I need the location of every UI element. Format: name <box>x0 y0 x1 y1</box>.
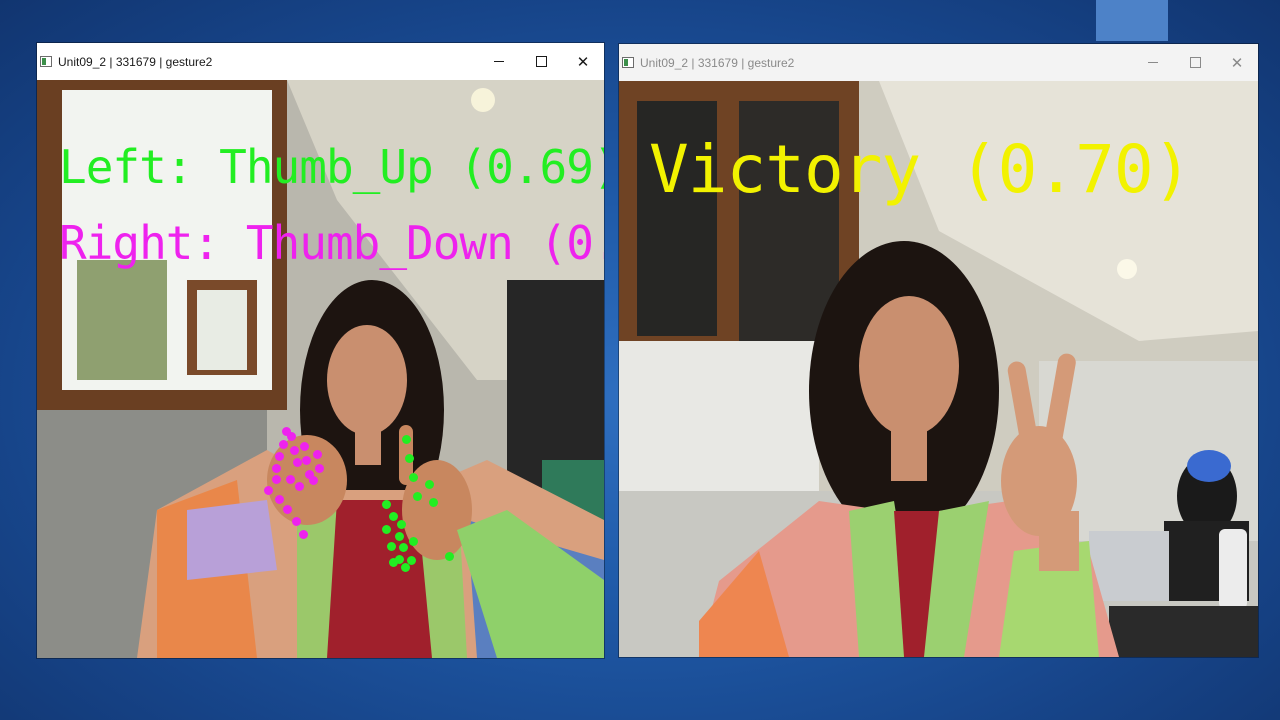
hand-landmark-point <box>409 473 418 482</box>
hand-landmark-point <box>272 475 281 484</box>
camera-window-left[interactable]: Unit09_2 | 331679 | gesture2 ✕ Left: Thu… <box>37 43 604 658</box>
maximize-icon <box>535 56 547 67</box>
hand-landmark-point <box>405 454 414 463</box>
hand-landmark-point <box>313 450 322 459</box>
gesture-label: Victory (0.70) <box>649 131 1192 208</box>
hand-landmark-point <box>295 482 304 491</box>
right-hand-gesture-label: Right: Thumb_Down (0.94 <box>59 216 604 270</box>
hand-landmark-point <box>395 532 404 541</box>
window-titlebar[interactable]: Unit09_2 | 331679 | gesture2 ✕ <box>619 44 1258 81</box>
hand-landmark-point <box>286 475 295 484</box>
hand-landmark-point <box>300 442 309 451</box>
hand-landmark-point <box>429 498 438 507</box>
minimize-icon <box>494 61 504 62</box>
window-title: Unit09_2 | 331679 | gesture2 <box>58 54 213 69</box>
maximize-button[interactable] <box>520 43 562 80</box>
hand-landmark-point <box>275 452 284 461</box>
hand-landmark-point <box>279 440 288 449</box>
hand-landmark-point <box>382 500 391 509</box>
hand-landmark-point <box>309 476 318 485</box>
hand-landmark-point <box>425 480 434 489</box>
hand-landmark-point <box>413 492 422 501</box>
hand-landmark-point <box>399 543 408 552</box>
close-icon: ✕ <box>1230 54 1244 72</box>
minimize-button[interactable] <box>478 43 520 80</box>
minimize-icon <box>1148 62 1158 63</box>
hand-landmark-point <box>299 530 308 539</box>
hand-landmark-point <box>287 432 296 441</box>
hand-landmark-point <box>272 464 281 473</box>
hand-landmark-point <box>389 512 398 521</box>
minimize-button[interactable] <box>1132 44 1174 81</box>
hand-landmark-point <box>302 456 311 465</box>
camera-feed-left: Left: Thumb_Up (0.69) Right: Thumb_Down … <box>37 80 604 658</box>
window-title: Unit09_2 | 331679 | gesture2 <box>640 55 795 70</box>
maximize-icon <box>1189 57 1201 68</box>
hand-landmark-point <box>290 446 299 455</box>
close-icon: ✕ <box>576 53 590 71</box>
hand-landmark-point <box>445 552 454 561</box>
maximize-button[interactable] <box>1174 44 1216 81</box>
app-icon <box>40 56 52 67</box>
decorative-square <box>1096 0 1168 41</box>
hand-landmark-point <box>397 520 406 529</box>
hand-landmark-point <box>409 537 418 546</box>
window-titlebar[interactable]: Unit09_2 | 331679 | gesture2 ✕ <box>37 43 604 80</box>
camera-feed-right: Victory (0.70) <box>619 81 1258 657</box>
left-hand-gesture-label: Left: Thumb_Up (0.69) <box>59 140 604 194</box>
hand-landmark-point <box>264 486 273 495</box>
hand-landmark-point <box>389 558 398 567</box>
hand-landmark-point <box>275 495 284 504</box>
hand-landmark-point <box>292 517 301 526</box>
hand-landmark-point <box>382 525 391 534</box>
hand-landmark-point <box>401 563 410 572</box>
close-button[interactable]: ✕ <box>1216 44 1258 81</box>
hand-landmark-point <box>402 435 411 444</box>
hand-landmark-point <box>387 542 396 551</box>
hand-landmark-point <box>293 458 302 467</box>
hand-landmark-point <box>283 505 292 514</box>
close-button[interactable]: ✕ <box>562 43 604 80</box>
hand-landmark-point <box>315 464 324 473</box>
app-icon <box>622 57 634 68</box>
camera-window-right[interactable]: Unit09_2 | 331679 | gesture2 ✕ Victory (… <box>619 44 1258 657</box>
